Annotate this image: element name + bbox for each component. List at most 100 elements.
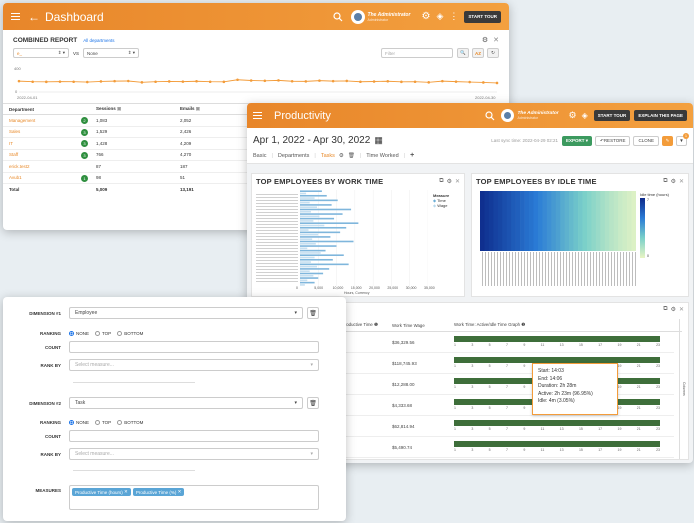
ranking-top-radio[interactable]: TOP: [95, 419, 111, 425]
department-name[interactable]: Avub1 1: [3, 172, 96, 184]
department-name[interactable]: Staff 3: [3, 149, 96, 161]
avatar[interactable]: [350, 9, 365, 24]
column-header[interactable]: Work Time: Active/Idle Time Graph ❶: [454, 322, 525, 328]
start-tour-button[interactable]: START TOUR: [464, 10, 501, 23]
metric-select[interactable]: e_ ⇕ ▾: [13, 48, 69, 58]
data-point: [345, 79, 349, 83]
data-point: [31, 80, 34, 84]
table-row[interactable]: 4$12,288.001357911131517192123: [342, 374, 674, 395]
activity-timeline[interactable]: 1357911131517192123: [454, 440, 660, 454]
count-input[interactable]: [69, 341, 319, 353]
gear-icon[interactable]: ⚙: [447, 178, 452, 185]
gear-icon[interactable]: ⚙: [671, 178, 676, 185]
refresh-button[interactable]: ↻: [487, 48, 499, 58]
hour-tick: 3: [471, 364, 474, 368]
gear-icon[interactable]: ⚙: [339, 153, 344, 159]
department-name[interactable]: Management 2: [3, 115, 96, 127]
hour-tick: 9: [523, 343, 526, 347]
idle-time-card: TOP EMPLOYEES BY IDLE TIME ⧉ ⚙ ✕ Idle ti…: [471, 173, 689, 297]
x-tick-label: 25,000: [387, 286, 399, 290]
tab-time-worked[interactable]: Time Worked: [366, 153, 398, 159]
info-icon[interactable]: ◈: [582, 111, 588, 120]
column-header[interactable]: Productive Time ❶: [342, 322, 392, 328]
restore-button[interactable]: ↶ RESTORE: [595, 135, 631, 146]
count-input[interactable]: [69, 430, 319, 442]
delete-dimension-2-button[interactable]: 🗑: [307, 397, 319, 409]
edit-button[interactable]: ✎: [662, 135, 673, 146]
table-row[interactable]: $4,333.681357911131517192123: [342, 395, 674, 416]
department-name[interactable]: IT 3: [3, 138, 96, 150]
close-icon[interactable]: ✕: [493, 36, 499, 44]
tab-basic[interactable]: Basic: [253, 153, 266, 159]
rank-by-select[interactable]: Select measure... ▾: [69, 359, 319, 371]
tab-departments[interactable]: Departments: [278, 153, 310, 159]
dimension-1-select[interactable]: Employee ▾: [69, 307, 303, 319]
ranking-none-radio[interactable]: NONE: [69, 419, 89, 425]
measure-chip[interactable]: Productive Time (hours) ✕: [72, 488, 131, 496]
rank-by-select[interactable]: Select measure... ▾: [69, 448, 319, 460]
delete-dimension-1-button[interactable]: 🗑: [307, 307, 319, 319]
gear-icon[interactable]: ⚙: [568, 110, 576, 121]
column-header[interactable]: Department: [3, 104, 96, 115]
table-row[interactable]: $62,814.94 1 3 5 7 9 11 13 15 17 19 21 23: [342, 416, 674, 437]
avatar[interactable]: [501, 109, 515, 122]
column-header[interactable]: Work Time Wage: [392, 323, 454, 328]
measure-chip[interactable]: Productive Time (%) ✕: [132, 488, 185, 496]
table-row[interactable]: 8$118,745.931357911131517192123: [342, 353, 674, 374]
delete-icon[interactable]: 🗑: [348, 153, 355, 159]
close-icon[interactable]: ✕: [455, 178, 460, 185]
activity-timeline[interactable]: 1357911131517192123: [454, 419, 660, 433]
info-icon[interactable]: ◈: [436, 11, 443, 22]
remove-icon[interactable]: ✕: [124, 489, 128, 495]
start-tour-button[interactable]: START TOUR: [593, 110, 631, 121]
data-point: [400, 80, 403, 84]
menu-icon[interactable]: [11, 13, 20, 20]
copy-icon[interactable]: ⧉: [663, 178, 667, 185]
clone-button[interactable]: CLONE: [633, 135, 659, 146]
table-row[interactable]: $36,329.56 1 3 5 7 9 11 13 15 17 19 21 23: [342, 332, 674, 353]
explain-page-button[interactable]: EXPLAIN THIS PAGE: [634, 110, 687, 121]
date-start: 2022-04-01: [17, 95, 38, 100]
dimension-2-select[interactable]: Task ▾: [69, 397, 303, 409]
measures-multiselect[interactable]: Productive Time (hours) ✕ Productive Time…: [69, 485, 319, 510]
table-row[interactable]: $5,490.74 1 3 5 7 9 11 13 15 17 19 21 23: [342, 437, 674, 458]
search-button[interactable]: 🔍: [457, 48, 469, 58]
menu-icon[interactable]: [253, 112, 262, 119]
data-point: [372, 80, 376, 83]
gear-icon[interactable]: ⚙: [422, 11, 431, 22]
ranking-bottom-radio[interactable]: BOTTOM: [117, 419, 143, 425]
filter-button[interactable]: ▼ 1: [676, 132, 689, 146]
department-name[interactable]: erick.test2: [3, 161, 96, 173]
gear-icon[interactable]: ⚙: [671, 306, 676, 313]
sort-az-button[interactable]: AZ: [472, 48, 484, 58]
search-icon[interactable]: [485, 110, 495, 121]
add-tab-icon[interactable]: +: [410, 152, 414, 159]
close-icon[interactable]: ✕: [679, 306, 684, 313]
ranking-none-radio[interactable]: NONE: [69, 330, 89, 336]
user-info[interactable]: The Administrator Administrator: [517, 111, 565, 120]
close-icon[interactable]: ✕: [679, 178, 684, 185]
page-title: Productivity: [274, 109, 331, 122]
tab-tasks[interactable]: Tasks: [321, 153, 335, 159]
calendar-icon[interactable]: ▦: [374, 135, 383, 146]
date-range[interactable]: Apr 1, 2022 - Apr 30, 2022: [253, 135, 370, 146]
hour-tick: 23: [656, 406, 660, 410]
columns-side-tab[interactable]: Columns: [679, 319, 686, 459]
activity-timeline[interactable]: 1357911131517192123: [454, 335, 660, 349]
copy-icon[interactable]: ⧉: [663, 306, 667, 313]
compare-select[interactable]: None ⇕ ▾: [83, 48, 140, 58]
export-button[interactable]: EXPORT ▾: [562, 135, 593, 146]
remove-icon[interactable]: ✕: [178, 489, 182, 495]
user-info[interactable]: The Administrator Administrator: [368, 12, 418, 22]
department-filter-link[interactable]: All departments: [83, 38, 114, 43]
filter-input[interactable]: Filter: [381, 48, 453, 58]
column-header[interactable]: Sessions ▣: [96, 104, 180, 115]
department-name[interactable]: Sales 3: [3, 126, 96, 138]
copy-icon[interactable]: ⧉: [439, 178, 443, 185]
more-icon[interactable]: ⋮: [449, 11, 458, 22]
back-arrow-icon[interactable]: ←: [28, 10, 40, 24]
ranking-top-radio[interactable]: TOP: [95, 330, 111, 336]
search-icon[interactable]: [332, 11, 343, 22]
ranking-bottom-radio[interactable]: BOTTOM: [117, 330, 143, 336]
gear-icon[interactable]: ⚙: [482, 36, 488, 44]
